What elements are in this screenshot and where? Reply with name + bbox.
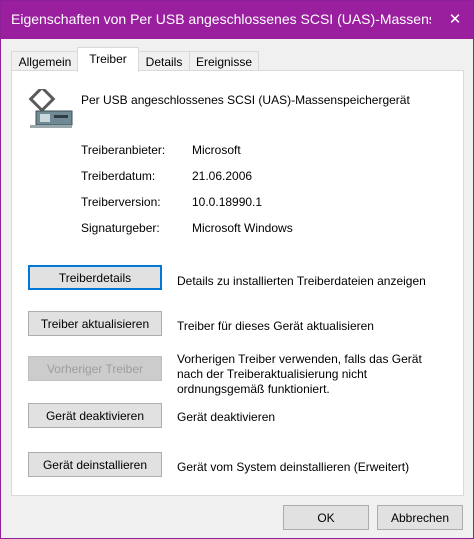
- property-value-provider: Microsoft: [192, 143, 241, 157]
- property-value-version: 10.0.18990.1: [192, 195, 263, 209]
- property-value-date: 21.06.2006: [192, 169, 253, 183]
- roll-back-driver-description: Vorherigen Treiber verwenden, falls das …: [177, 352, 422, 396]
- update-driver-description: Treiber für dieses Gerät aktualisieren: [177, 319, 374, 333]
- device-name: Per USB angeschlossenes SCSI (UAS)-Masse…: [81, 93, 410, 107]
- tab-details[interactable]: Details: [137, 51, 191, 72]
- property-label-date: Treiberdatum:: [81, 169, 156, 183]
- property-value-signer: Microsoft Windows: [192, 221, 293, 235]
- roll-back-driver-button[interactable]: Vorheriger Treiber: [28, 356, 162, 381]
- uninstall-device-description: Gerät vom System deinstallieren (Erweite…: [177, 460, 410, 474]
- update-driver-button[interactable]: Treiber aktualisieren: [28, 311, 162, 336]
- property-label-provider: Treiberanbieter:: [81, 143, 166, 157]
- property-label-signer: Signaturgeber:: [81, 221, 160, 235]
- close-icon[interactable]: ✕: [437, 1, 473, 39]
- tab-allgemein[interactable]: Allgemein: [11, 51, 79, 72]
- usb-storage-device-icon: [28, 89, 73, 128]
- disable-device-description: Gerät deaktivieren: [177, 410, 276, 424]
- properties-dialog: Eigenschaften von Per USB angeschlossene…: [0, 0, 474, 539]
- driver-details-description: Details zu installierten Treiberdateien …: [177, 274, 426, 288]
- title-bar: Eigenschaften von Per USB angeschlossene…: [1, 1, 473, 39]
- property-label-version: Treiberversion:: [81, 195, 161, 209]
- tab-ereignisse[interactable]: Ereignisse: [189, 51, 259, 72]
- driver-tab-panel: Per USB angeschlossenes SCSI (UAS)-Masse…: [11, 70, 464, 496]
- tab-treiber[interactable]: Treiber: [77, 47, 139, 72]
- uninstall-device-button[interactable]: Gerät deinstallieren: [28, 452, 162, 477]
- driver-details-button[interactable]: Treiberdetails: [28, 265, 162, 290]
- ok-button[interactable]: OK: [283, 505, 369, 530]
- disable-device-button[interactable]: Gerät deaktivieren: [28, 403, 162, 428]
- window-title: Eigenschaften von Per USB angeschlossene…: [11, 11, 431, 27]
- cancel-button[interactable]: Abbrechen: [377, 505, 463, 530]
